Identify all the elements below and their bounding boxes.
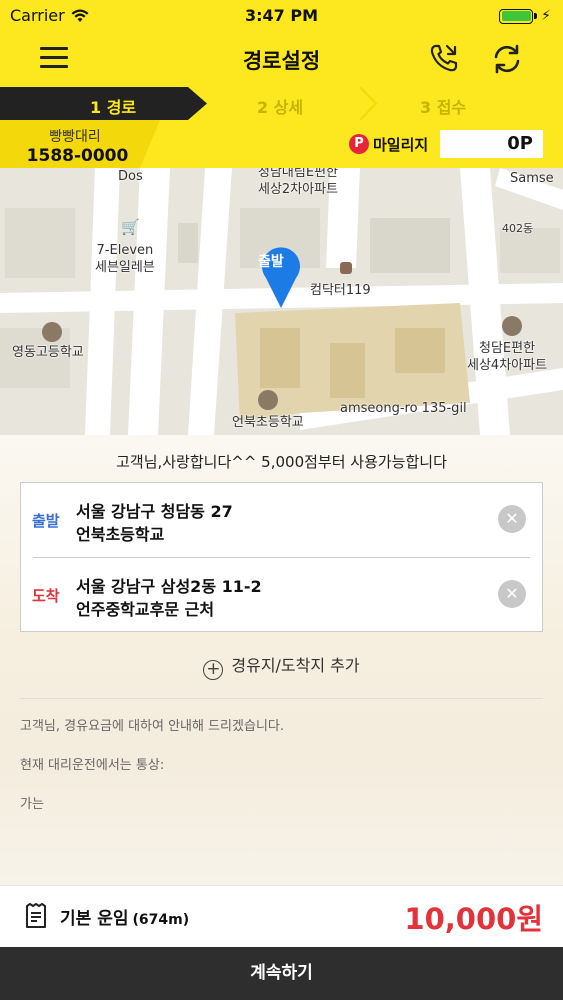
step-progress-bar: 1 경로 2 상세 3 접수	[0, 87, 563, 120]
clear-start-button[interactable]: ✕	[498, 505, 526, 533]
refresh-icon[interactable]	[490, 42, 524, 76]
map-label-school-bottom: 언북초등학교	[232, 415, 304, 430]
add-stop-button[interactable]: + 경유지/도착지 추가	[0, 652, 563, 680]
guide-text-2: 현재 대리운전에서는 통상:	[20, 758, 165, 773]
map-label-dos: Dos	[118, 169, 143, 184]
route-content: 고객님,사랑합니다^^ 5,000점부터 사용가능합니다 출발 서울 강남구 청…	[0, 435, 563, 885]
page-title: 경로설정	[242, 49, 321, 73]
map-label-apt-top: 청담대림E편한 세상2차아파트	[258, 168, 339, 197]
map-label-road: amseong-ro 135-gil	[340, 401, 467, 416]
navigation-bar: 경로설정	[0, 30, 563, 87]
route-map[interactable]: 🛒 출발 Dos Samse 청담대림E편한 세상2차아파트 7-Eleven …	[0, 168, 563, 435]
end-tag: 도착	[32, 587, 60, 605]
start-place: 언북초등학교	[76, 525, 165, 544]
route-card: 출발 서울 강남구 청담동 27 언북초등학교 ✕ 도착 서울 강남구 삼성2동…	[20, 482, 543, 632]
add-stop-label: 경유지/도착지 추가	[231, 656, 360, 675]
start-tag: 출발	[32, 512, 60, 530]
fare-label: 기본 운임 (674m)	[60, 904, 189, 929]
clear-end-button[interactable]: ✕	[498, 580, 526, 608]
svg-text:🛒: 🛒	[121, 218, 140, 236]
phone-call-icon[interactable]	[428, 42, 460, 74]
brand-phone-number[interactable]: 1588-0000	[0, 146, 155, 166]
map-label-samse: Samse	[510, 171, 554, 186]
mileage-notice: 고객님,사랑합니다^^ 5,000점부터 사용가능합니다	[116, 453, 447, 471]
step-2-detail: 2 상세	[257, 98, 304, 117]
map-label-seven-eleven: 7-Eleven 세븐일레븐	[95, 243, 155, 275]
info-row: 빵빵대리 1588-0000 P 마일리지 0P	[0, 120, 563, 168]
fare-label-text: 기본 운임	[60, 909, 129, 929]
route-end-row[interactable]: 도착 서울 강남구 삼성2동 11-2 언주중학교후문 근처 ✕	[21, 558, 542, 632]
add-circle-icon: +	[203, 660, 224, 680]
fare-amount: 10,000원	[404, 902, 543, 936]
map-label-402: 402동	[502, 222, 534, 235]
guide-text-3: 가는	[20, 797, 44, 812]
start-address: 서울 강남구 청담동 27	[76, 502, 233, 521]
end-address: 서울 강남구 삼성2동 11-2	[76, 577, 262, 596]
step-1-route: 1 경로	[90, 98, 137, 117]
fare-distance: (674m)	[132, 912, 190, 928]
content-divider	[20, 698, 543, 699]
mileage-value: 0P	[440, 130, 543, 158]
status-bar: Carrier 3:47 PM ⚡	[0, 0, 563, 30]
route-start-row[interactable]: 출발 서울 강남구 청담동 27 언북초등학교 ✕	[21, 483, 542, 557]
end-place: 언주중학교후문 근처	[76, 600, 215, 619]
mileage-label: 마일리지	[373, 136, 429, 154]
clock: 3:47 PM	[244, 6, 318, 25]
map-label-computer119: 컴닥터119	[310, 283, 371, 298]
brand-name: 빵빵대리	[49, 129, 101, 145]
battery-icon: ⚡	[499, 8, 551, 24]
map-tiles: 🛒	[0, 168, 563, 435]
map-label-apt-right: 청담E편한 세상4차아파트	[467, 341, 548, 373]
continue-button[interactable]: 계속하기	[0, 947, 563, 1000]
guide-text-1: 고객님, 경유요금에 대하여 안내해 드리겠습니다.	[20, 719, 284, 734]
receipt-icon	[26, 903, 46, 928]
step-3-submit: 3 접수	[420, 98, 467, 117]
fare-bar: 기본 운임 (674m) 10,000원	[0, 885, 563, 947]
start-pin-label: 출발	[258, 254, 284, 270]
map-label-school-left: 영동고등학교	[12, 345, 84, 360]
brand-box: 빵빵대리 1588-0000	[0, 120, 160, 168]
charging-bolt-icon: ⚡	[541, 8, 551, 24]
mileage-point-icon: P	[349, 134, 369, 154]
